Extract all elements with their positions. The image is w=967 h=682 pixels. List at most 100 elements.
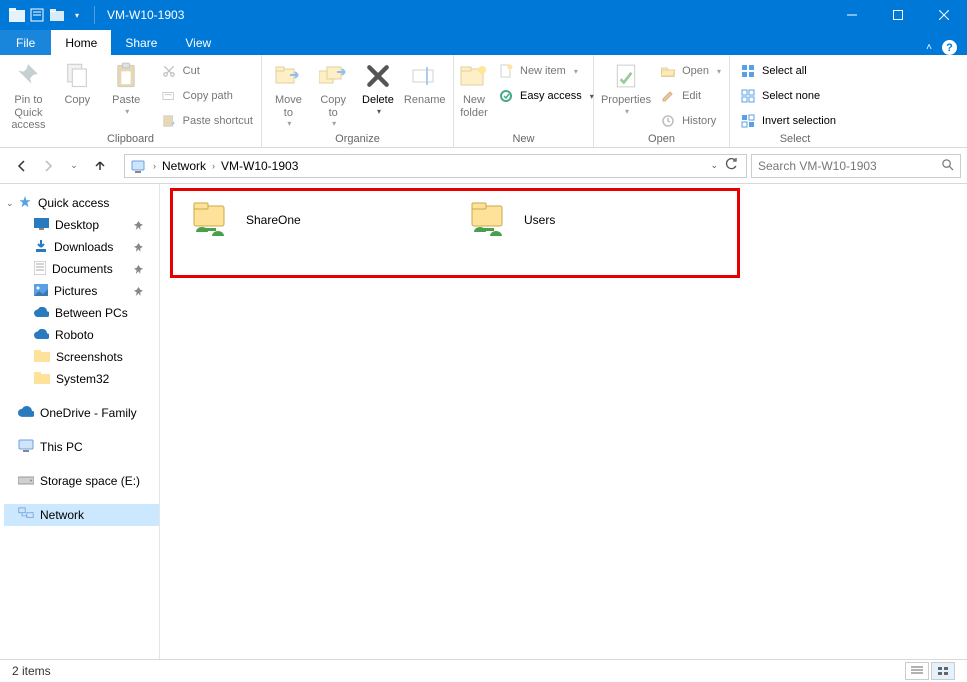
folder-icon: [34, 350, 50, 365]
address-bar[interactable]: › Network › VM-W10-1903 ⌄: [124, 154, 747, 178]
nav-storage[interactable]: Storage space (E:): [4, 470, 159, 492]
ribbon-group-open: Properties▾ Open▾ Edit History Open: [594, 55, 730, 147]
this-pc-icon: [18, 439, 34, 455]
invert-selection-icon: [740, 113, 756, 129]
minimize-button[interactable]: [829, 0, 875, 30]
nav-screenshots[interactable]: Screenshots: [4, 346, 159, 368]
qat-properties-icon[interactable]: [28, 6, 46, 24]
nav-back-button[interactable]: [12, 156, 32, 176]
refresh-button[interactable]: [724, 157, 738, 174]
nav-quick-access[interactable]: ⌄ Quick access: [4, 192, 159, 214]
copy-to-icon: [317, 60, 349, 92]
status-bar: 2 items: [0, 659, 967, 682]
properties-icon: [610, 60, 642, 92]
folder-window-icon: [8, 6, 26, 24]
view-details-button[interactable]: [905, 662, 929, 680]
qat-new-folder-icon[interactable]: [48, 6, 66, 24]
cut-button[interactable]: Cut: [157, 60, 257, 82]
ribbon-collapse-icon[interactable]: ˄: [926, 42, 932, 53]
select-all-icon: [740, 63, 756, 79]
onedrive-cloud-icon: [34, 306, 49, 320]
move-to-button[interactable]: Move to▾: [266, 58, 311, 128]
address-dropdown-icon[interactable]: ⌄: [710, 160, 718, 171]
nav-desktop[interactable]: Desktop: [4, 214, 159, 236]
nav-between-pcs[interactable]: Between PCs: [4, 302, 159, 324]
invert-selection-button[interactable]: Invert selection: [736, 110, 840, 132]
nav-roboto[interactable]: Roboto: [4, 324, 159, 346]
history-clock-icon: [660, 113, 676, 129]
rename-button[interactable]: Rename: [400, 58, 449, 107]
pictures-icon: [34, 284, 48, 299]
downloads-icon: [34, 239, 48, 256]
breadcrumb-host[interactable]: VM-W10-1903: [219, 159, 300, 173]
folder-icon: [34, 372, 50, 387]
annotation-highlight: [170, 188, 740, 278]
search-box[interactable]: Search VM-W10-1903: [751, 154, 961, 178]
paste-button[interactable]: Paste ▾: [102, 58, 151, 116]
qat-dropdown-icon[interactable]: ▾: [68, 6, 86, 24]
history-button[interactable]: History: [656, 110, 725, 132]
paste-icon: [110, 60, 142, 92]
breadcrumb-network[interactable]: Network: [160, 159, 208, 173]
tab-view[interactable]: View: [171, 30, 225, 55]
edit-button[interactable]: Edit: [656, 85, 725, 107]
easy-access-button[interactable]: Easy access▾: [494, 85, 598, 107]
nav-pictures[interactable]: Pictures: [4, 280, 159, 302]
move-to-icon: [272, 60, 304, 92]
new-folder-button[interactable]: New folder: [458, 58, 490, 119]
open-button[interactable]: Open▾: [656, 60, 725, 82]
tab-share[interactable]: Share: [111, 30, 171, 55]
open-folder-icon: [660, 63, 676, 79]
chevron-right-icon[interactable]: ›: [208, 161, 219, 171]
ribbon-group-clipboard: Pin to Quick access Copy Paste ▾ Cut Cop…: [0, 55, 262, 147]
select-none-icon: [740, 88, 756, 104]
select-none-button[interactable]: Select none: [736, 85, 840, 107]
status-item-count: 2 items: [12, 664, 51, 678]
help-icon[interactable]: ?: [942, 40, 957, 55]
pin-quick-access-button[interactable]: Pin to Quick access: [4, 58, 53, 132]
nav-up-button[interactable]: [90, 156, 110, 176]
nav-onedrive[interactable]: OneDrive - Family: [4, 402, 159, 424]
tab-home[interactable]: Home: [51, 30, 111, 55]
navigation-pane: ⌄ Quick access Desktop Downloads Documen…: [0, 184, 160, 659]
quick-access-toolbar: ▾: [0, 6, 101, 24]
nav-recent-dropdown[interactable]: ⌄: [64, 156, 84, 176]
new-item-button[interactable]: New item▾: [494, 60, 598, 82]
copy-path-button[interactable]: Copy path: [157, 85, 257, 107]
content-pane[interactable]: ShareOne Users: [160, 184, 967, 659]
nav-network[interactable]: Network: [4, 504, 159, 526]
easy-access-icon: [498, 88, 514, 104]
window-controls: [829, 0, 967, 30]
breadcrumb-root-icon[interactable]: [129, 159, 149, 173]
network-share-icon: [190, 200, 232, 240]
tab-file[interactable]: File: [0, 30, 51, 55]
close-button[interactable]: [921, 0, 967, 30]
onedrive-cloud-icon: [34, 328, 49, 342]
drive-icon: [18, 474, 34, 488]
paste-shortcut-button[interactable]: Paste shortcut: [157, 110, 257, 132]
documents-icon: [34, 261, 46, 278]
maximize-button[interactable]: [875, 0, 921, 30]
ribbon: Pin to Quick access Copy Paste ▾ Cut Cop…: [0, 55, 967, 148]
chevron-right-icon[interactable]: ›: [149, 161, 160, 171]
nav-this-pc[interactable]: This PC: [4, 436, 159, 458]
group-label-new: New: [454, 133, 593, 147]
copy-to-button[interactable]: Copy to▾: [311, 58, 356, 128]
copy-button[interactable]: Copy: [53, 58, 102, 107]
select-all-button[interactable]: Select all: [736, 60, 840, 82]
search-placeholder: Search VM-W10-1903: [758, 159, 877, 173]
ribbon-group-new: New folder New item▾ Easy access▾ New: [454, 55, 594, 147]
nav-downloads[interactable]: Downloads: [4, 236, 159, 258]
delete-button[interactable]: Delete▾: [356, 58, 401, 116]
view-large-icons-button[interactable]: [931, 662, 955, 680]
ribbon-group-organize: Move to▾ Copy to▾ Delete▾ Rename Organiz…: [262, 55, 454, 147]
nav-forward-button[interactable]: [38, 156, 58, 176]
chevron-down-icon[interactable]: ⌄: [6, 198, 14, 209]
nav-documents[interactable]: Documents: [4, 258, 159, 280]
explorer-body: ⌄ Quick access Desktop Downloads Documen…: [0, 184, 967, 659]
properties-button[interactable]: Properties▾: [598, 58, 654, 116]
title-bar: ▾ VM-W10-1903: [0, 0, 967, 30]
edit-pencil-icon: [660, 88, 676, 104]
nav-system32[interactable]: System32: [4, 368, 159, 390]
group-label-organize: Organize: [262, 133, 453, 147]
